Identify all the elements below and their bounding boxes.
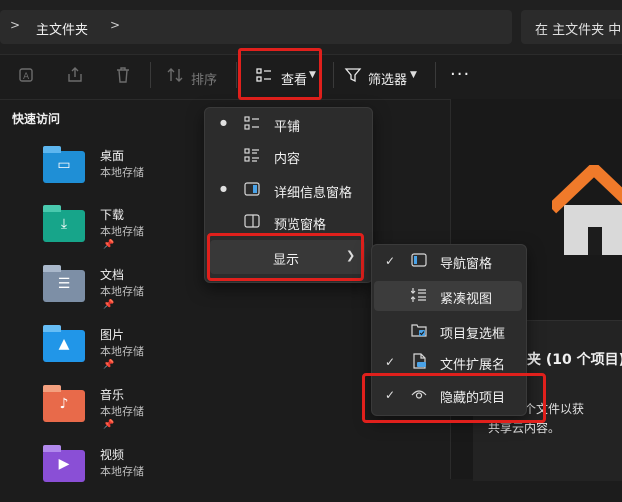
show-item-highlight (207, 233, 364, 281)
selected-bullet-icon: ● (220, 184, 227, 193)
toolbar-divider (333, 62, 334, 88)
quick-access-item-name: 音乐 (100, 388, 125, 402)
submenu-item-label: 文件扩展名 (440, 358, 506, 373)
submenu-item-item-checkboxes[interactable]: 项目复选框 (371, 316, 525, 346)
compact-view-icon (410, 287, 427, 303)
quick-access-item-location: 本地存储 (100, 405, 144, 418)
pin-icon: 📌 (103, 300, 115, 310)
toolbar-divider (435, 62, 436, 88)
menu-item-label: 平铺 (274, 120, 301, 135)
quick-access-item-name: 下载 (100, 208, 125, 222)
videos-folder-icon: ▶ (43, 445, 85, 482)
quick-access-item-location: 本地存储 (100, 465, 144, 478)
search-placeholder: 在 主文件夹 中 (535, 23, 622, 38)
quick-access-item-name: 文档 (100, 268, 125, 282)
file-extension-icon (411, 353, 427, 369)
menu-item-label: 内容 (274, 152, 301, 167)
tiles-icon (244, 115, 260, 131)
delete-icon[interactable] (114, 66, 132, 84)
view-button-highlight (238, 48, 322, 100)
menu-item-tiles[interactable]: ● 平铺 (204, 109, 371, 139)
toolbar-divider (150, 62, 151, 88)
filter-button[interactable]: 筛选器 (368, 69, 407, 88)
share-icon[interactable] (66, 66, 84, 84)
menu-item-details-pane[interactable]: ● 详细信息窗格 (204, 175, 371, 205)
quick-access-item-music[interactable]: ♪ 音乐 本地存储 📌 (40, 385, 190, 442)
quick-access-title: 快速访问 (12, 112, 61, 126)
submenu-item-label: 紧凑视图 (440, 292, 493, 307)
details-title: 夹 (10 个项目) (527, 352, 622, 368)
quick-access-item-videos[interactable]: ▶ 视频 本地存储 (40, 445, 190, 502)
preview-pane-icon (244, 213, 260, 229)
hidden-items-highlight (362, 373, 546, 423)
check-icon: ✓ (385, 254, 396, 268)
quick-access-item-location: 本地存储 (100, 285, 144, 298)
documents-folder-icon: ☰ (43, 265, 85, 302)
quick-access-item-pictures[interactable]: ▲ 图片 本地存储 📌 (40, 325, 190, 382)
svg-text:A: A (23, 72, 30, 82)
music-folder-icon: ♪ (43, 385, 85, 422)
home-folder-icon (552, 165, 622, 255)
pin-icon: 📌 (103, 360, 115, 370)
quick-access-item-name: 桌面 (100, 149, 125, 163)
quick-access-item-downloads[interactable]: ⤓ 下载 本地存储 📌 (40, 205, 190, 262)
submenu-item-navigation-pane[interactable]: ✓ 导航窗格 (371, 246, 525, 276)
pictures-folder-icon: ▲ (43, 325, 85, 362)
menu-item-label: 详细信息窗格 (274, 186, 353, 201)
rename-icon[interactable]: A (18, 66, 36, 84)
download-folder-icon: ⤓ (43, 205, 85, 242)
submenu-item-label: 项目复选框 (440, 327, 506, 342)
breadcrumb-home[interactable]: 主文件夹 (36, 19, 88, 38)
quick-access-item-location: 本地存储 (100, 225, 144, 238)
submenu-item-compact-view[interactable]: 紧凑视图 (371, 281, 525, 311)
quick-access-item-location: 本地存储 (100, 166, 144, 179)
menu-item-label: 预览窗格 (274, 218, 327, 233)
sort-icon[interactable] (166, 66, 184, 84)
pin-icon: 📌 (103, 240, 115, 250)
quick-access-item-name: 图片 (100, 328, 125, 342)
sort-button-label[interactable]: 排序 (191, 69, 217, 88)
desktop-folder-icon: ▭ (43, 146, 85, 183)
details-pane-icon (244, 181, 260, 197)
toolbar-divider (236, 62, 237, 88)
more-options-button[interactable]: ··· (450, 64, 470, 85)
menu-item-content[interactable]: 内容 (204, 141, 371, 171)
quick-access-item-documents[interactable]: ☰ 文档 本地存储 📌 (40, 265, 190, 322)
selected-bullet-icon: ● (220, 118, 227, 127)
chevron-right-icon[interactable]: > (10, 18, 20, 32)
pin-icon: 📌 (103, 420, 115, 430)
quick-access-item-location: 本地存储 (100, 345, 144, 358)
navigation-pane-icon (411, 252, 427, 268)
content-icon (244, 147, 260, 163)
chevron-down-icon[interactable]: ▼ (410, 70, 417, 80)
filter-icon[interactable] (344, 66, 362, 84)
item-checkbox-icon (411, 322, 427, 338)
check-icon: ✓ (385, 355, 396, 369)
quick-access-item-name: 视频 (100, 448, 125, 462)
quick-access-item-desktop[interactable]: ▭ 桌面 本地存储 (40, 146, 190, 203)
chevron-right-icon[interactable]: > (110, 18, 120, 32)
submenu-item-label: 导航窗格 (440, 257, 493, 272)
